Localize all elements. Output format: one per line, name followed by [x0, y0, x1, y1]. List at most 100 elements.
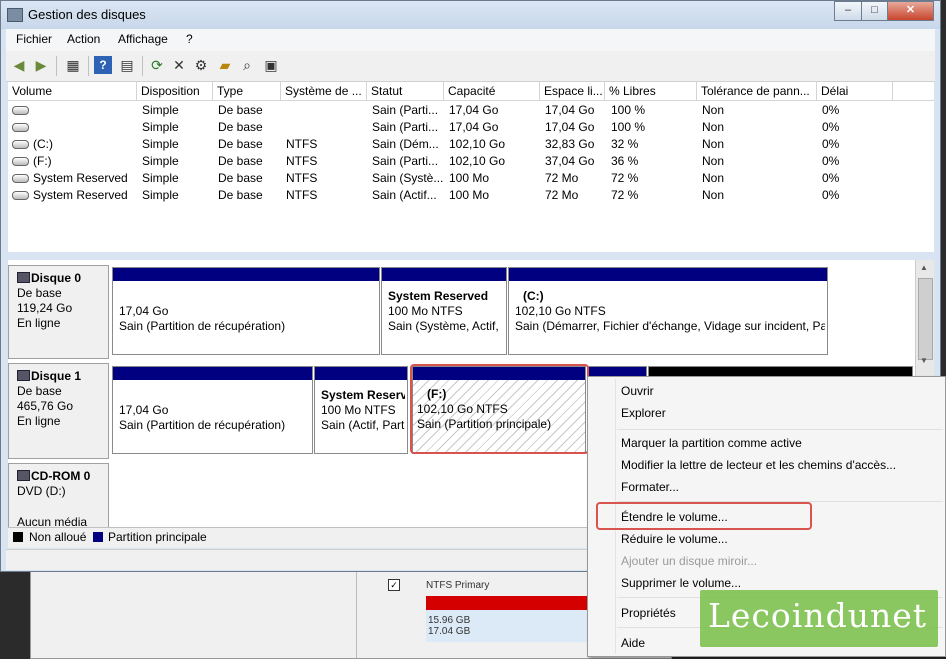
- volume-cell-delai[interactable]: 0%: [822, 102, 839, 119]
- column-header-tolerance[interactable]: Tolérance de pann...: [697, 82, 817, 101]
- volume-cell-tolerance[interactable]: Non: [702, 187, 724, 204]
- console-icon[interactable]: ▤: [118, 56, 136, 74]
- menu-help[interactable]: ?: [186, 32, 193, 46]
- volume-cell-libres[interactable]: 36 %: [611, 153, 638, 170]
- menu-item-format[interactable]: Formater...: [621, 480, 679, 494]
- volume-cell-delai[interactable]: 0%: [822, 119, 839, 136]
- volume-cell-capacite[interactable]: 17,04 Go: [449, 119, 498, 136]
- volume-cell-disposition[interactable]: Simple: [142, 170, 179, 187]
- volume-cell-capacite[interactable]: 102,10 Go: [449, 136, 505, 153]
- volume-cell-libres[interactable]: 72 %: [611, 187, 638, 204]
- volume-cell-fs[interactable]: NTFS: [286, 170, 317, 187]
- volume-cell-type[interactable]: De base: [218, 119, 263, 136]
- minimize-button[interactable]: –: [834, 1, 862, 21]
- volume-cell-type[interactable]: De base: [218, 102, 263, 119]
- column-header-capacite[interactable]: Capacité: [444, 82, 540, 101]
- volume-cell-espace[interactable]: 72 Mo: [545, 170, 578, 187]
- volume-cell-volume[interactable]: [12, 119, 33, 136]
- disk-0-system-reserved-partition[interactable]: System Reserved 100 Mo NTFS Sain (Systèm…: [381, 267, 507, 355]
- volume-cell-capacite[interactable]: 100 Mo: [449, 187, 489, 204]
- volume-cell-disposition[interactable]: Simple: [142, 187, 179, 204]
- volume-cell-statut[interactable]: Sain (Parti...: [372, 153, 438, 170]
- menu-item-add-mirror[interactable]: Ajouter un disque miroir...: [621, 554, 757, 568]
- disk-0-label[interactable]: Disque 0 De base 119,24 Go En ligne: [8, 265, 109, 359]
- column-header-statut[interactable]: Statut: [367, 82, 444, 101]
- volume-cell-disposition[interactable]: Simple: [142, 136, 179, 153]
- disk-1-system-reserved-partition[interactable]: System Reserv 100 Mo NTFS Sain (Actif, P…: [314, 366, 408, 454]
- scroll-thumb[interactable]: [918, 278, 933, 360]
- properties-grid-icon[interactable]: ▦: [64, 56, 82, 74]
- volume-cell-disposition[interactable]: Simple: [142, 153, 179, 170]
- background-checkbox[interactable]: ✓: [388, 579, 400, 591]
- volume-cell-volume[interactable]: (C:): [12, 136, 53, 153]
- menu-item-change-letter[interactable]: Modifier la lettre de lecteur et les che…: [621, 458, 896, 472]
- forward-icon[interactable]: ▶: [32, 56, 50, 74]
- volume-cell-delai[interactable]: 0%: [822, 136, 839, 153]
- volume-cell-statut[interactable]: Sain (Parti...: [372, 119, 438, 136]
- open-folder-icon[interactable]: ▰: [216, 56, 234, 74]
- menu-item-delete-volume[interactable]: Supprimer le volume...: [621, 576, 741, 590]
- volume-cell-statut[interactable]: Sain (Parti...: [372, 102, 438, 119]
- column-header-delai[interactable]: Délai: [817, 82, 893, 101]
- volume-cell-tolerance[interactable]: Non: [702, 102, 724, 119]
- back-icon[interactable]: ◀: [10, 56, 28, 74]
- disk-1-label[interactable]: Disque 1 De base 465,76 Go En ligne: [8, 363, 109, 459]
- volume-cell-disposition[interactable]: Simple: [142, 119, 179, 136]
- column-header-pourcentage-libre[interactable]: % Libres: [605, 82, 697, 101]
- volume-cell-delai[interactable]: 0%: [822, 187, 839, 204]
- menu-action[interactable]: Action: [67, 32, 100, 46]
- scroll-up-icon[interactable]: ▲: [920, 263, 928, 272]
- volume-cell-espace[interactable]: 32,83 Go: [545, 136, 594, 153]
- volume-cell-volume[interactable]: System Reserved: [12, 170, 128, 187]
- column-header-disposition[interactable]: Disposition: [137, 82, 213, 101]
- refresh-icon[interactable]: ⟳: [148, 56, 166, 74]
- volume-cell-capacite[interactable]: 100 Mo: [449, 170, 489, 187]
- find-volume-icon[interactable]: ▣: [262, 56, 280, 74]
- volume-cell-tolerance[interactable]: Non: [702, 170, 724, 187]
- volume-cell-delai[interactable]: 0%: [822, 153, 839, 170]
- volume-cell-statut[interactable]: Sain (Systè...: [372, 170, 443, 187]
- menu-fichier[interactable]: Fichier: [16, 32, 52, 46]
- volume-cell-disposition[interactable]: Simple: [142, 102, 179, 119]
- pane-splitter[interactable]: [8, 252, 934, 260]
- help-icon[interactable]: ?: [94, 56, 112, 74]
- disk-1-recovery-partition[interactable]: 17,04 Go Sain (Partition de récupération…: [112, 366, 313, 454]
- volume-cell-tolerance[interactable]: Non: [702, 153, 724, 170]
- volume-cell-volume[interactable]: System Reserved: [12, 187, 128, 204]
- volume-cell-fs[interactable]: NTFS: [286, 153, 317, 170]
- maximize-button[interactable]: □: [861, 1, 888, 21]
- volume-cell-espace[interactable]: 17,04 Go: [545, 102, 594, 119]
- volume-cell-statut[interactable]: Sain (Actif...: [372, 187, 437, 204]
- volume-cell-type[interactable]: De base: [218, 187, 263, 204]
- volume-cell-espace[interactable]: 37,04 Go: [545, 153, 594, 170]
- menu-item-mark-active[interactable]: Marquer la partition comme active: [621, 436, 802, 450]
- settings-icon[interactable]: ⚙: [192, 56, 210, 74]
- volume-cell-espace[interactable]: 72 Mo: [545, 187, 578, 204]
- scroll-down-icon[interactable]: ▼: [920, 356, 928, 365]
- volume-cell-type[interactable]: De base: [218, 136, 263, 153]
- search-icon[interactable]: ⌕: [238, 56, 256, 74]
- menu-item-shrink-volume[interactable]: Réduire le volume...: [621, 532, 728, 546]
- volume-cell-delai[interactable]: 0%: [822, 170, 839, 187]
- volume-cell-espace[interactable]: 17,04 Go: [545, 119, 594, 136]
- column-header-volume[interactable]: Volume: [8, 82, 137, 101]
- menu-item-explorer[interactable]: Explorer: [621, 406, 666, 420]
- column-header-type[interactable]: Type: [213, 82, 281, 101]
- volume-cell-statut[interactable]: Sain (Dém...: [372, 136, 439, 153]
- volume-cell-type[interactable]: De base: [218, 153, 263, 170]
- menu-item-properties[interactable]: Propriétés: [621, 606, 676, 620]
- disk-0-recovery-partition[interactable]: 17,04 Go Sain (Partition de récupération…: [112, 267, 380, 355]
- disk-0-c-partition[interactable]: (C:) 102,10 Go NTFS Sain (Démarrer, Fich…: [508, 267, 828, 355]
- volume-cell-volume[interactable]: [12, 102, 33, 119]
- volume-cell-libres[interactable]: 100 %: [611, 119, 645, 136]
- volume-cell-libres[interactable]: 72 %: [611, 170, 638, 187]
- column-header-filesystem[interactable]: Système de ...: [281, 82, 367, 101]
- menu-affichage[interactable]: Affichage: [118, 32, 168, 46]
- menu-item-ouvrir[interactable]: Ouvrir: [621, 384, 654, 398]
- delete-icon[interactable]: ✕: [170, 56, 188, 74]
- cdrom-label[interactable]: CD-ROM 0 DVD (D:) Aucun média: [8, 463, 109, 529]
- menu-item-help[interactable]: Aide: [621, 636, 645, 650]
- volume-cell-capacite[interactable]: 17,04 Go: [449, 102, 498, 119]
- volume-cell-capacite[interactable]: 102,10 Go: [449, 153, 505, 170]
- volume-cell-fs[interactable]: NTFS: [286, 187, 317, 204]
